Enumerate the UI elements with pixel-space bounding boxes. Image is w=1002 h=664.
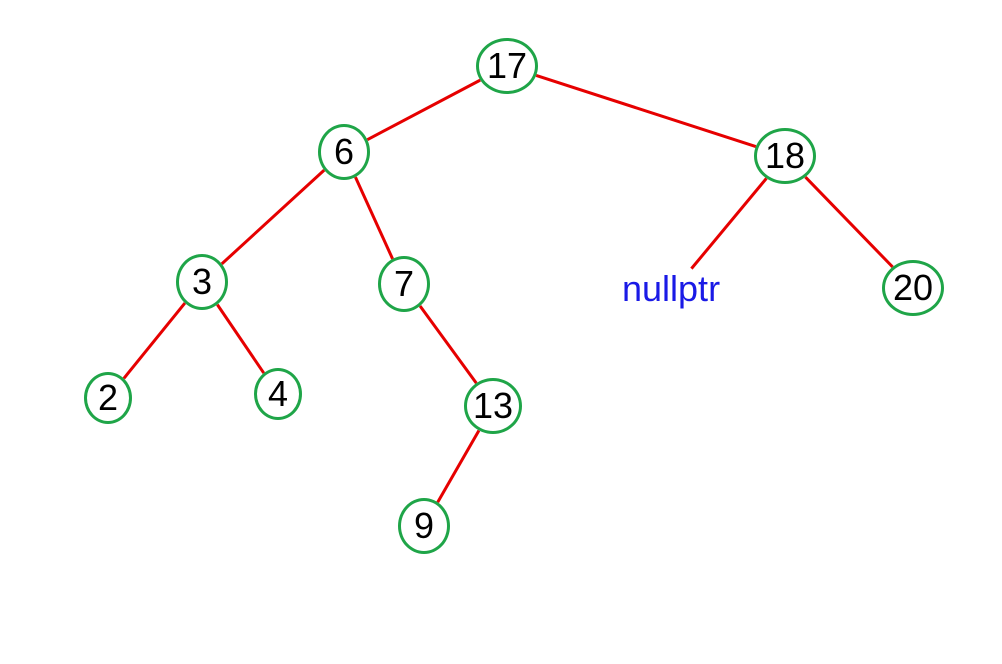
edge-n17-n18 [536,75,756,146]
edge-n13-n9 [438,430,479,502]
edge-n17-n6 [367,80,480,140]
edge-n6-n3 [222,170,324,264]
node-6: 6 [318,124,370,180]
edge-n6-n7 [355,177,392,259]
node-label: 17 [487,45,527,87]
edge-n7-n13 [420,306,476,383]
edge-n18-n20 [805,177,892,267]
tree-edges [0,0,1002,664]
nullptr-label: nullptr [622,268,720,310]
node-label: 9 [414,505,434,547]
node-label: 20 [893,267,933,309]
node-label: 18 [765,135,805,177]
node-label: 7 [394,263,414,305]
node-2: 2 [84,372,132,424]
edge-n3-n4 [217,305,263,373]
node-label: 4 [268,373,288,415]
nullptr-text: nullptr [622,268,720,309]
node-label: 13 [473,385,513,427]
node-13: 13 [464,378,522,434]
node-label: 6 [334,131,354,173]
node-7: 7 [378,256,430,312]
node-18: 18 [754,128,816,184]
node-17: 17 [476,38,538,94]
edge-n18-nullptr [691,178,766,268]
node-4: 4 [254,368,302,420]
node-3: 3 [176,254,228,310]
edge-n3-n2 [124,303,185,378]
node-9: 9 [398,498,450,554]
node-20: 20 [882,260,944,316]
node-label: 2 [98,377,118,419]
node-label: 3 [192,261,212,303]
